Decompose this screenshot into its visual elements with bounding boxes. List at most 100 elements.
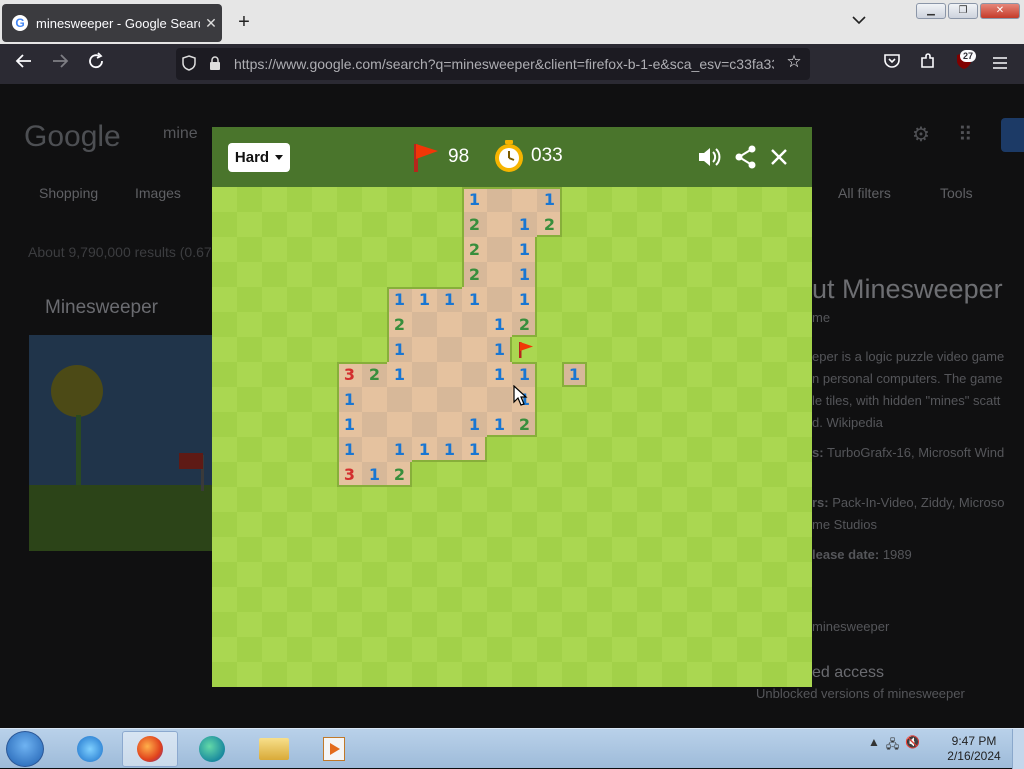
hidden-cell[interactable] [462,662,487,687]
revealed-cell[interactable]: 1 [337,387,362,412]
hidden-cell[interactable] [737,362,762,387]
hidden-cell[interactable] [237,537,262,562]
hidden-cell[interactable] [737,437,762,462]
url-text[interactable]: https://www.google.com/search?q=mineswee… [234,56,774,72]
hidden-cell[interactable] [387,662,412,687]
hidden-cell[interactable] [787,662,812,687]
hidden-cell[interactable] [337,337,362,362]
hidden-cell[interactable] [637,462,662,487]
show-desktop-button[interactable] [1012,729,1024,769]
hidden-cell[interactable] [412,612,437,637]
hidden-cell[interactable] [712,537,737,562]
firefox-taskbar-icon[interactable] [122,731,178,767]
tracking-shield-icon[interactable] [176,54,202,74]
hidden-cell[interactable] [287,437,312,462]
hidden-cell[interactable] [562,312,587,337]
hidden-cell[interactable] [537,262,562,287]
hidden-cell[interactable] [387,612,412,637]
hidden-cell[interactable] [237,387,262,412]
hidden-cell[interactable] [762,612,787,637]
hidden-cell[interactable] [662,337,687,362]
hidden-cell[interactable] [687,187,712,212]
revealed-cell[interactable]: 2 [462,237,487,262]
revealed-cell[interactable]: 3 [337,462,362,487]
hidden-cell[interactable] [562,562,587,587]
hidden-cell[interactable] [462,537,487,562]
hidden-cell[interactable] [762,187,787,212]
revealed-cell[interactable] [362,412,387,437]
hidden-cell[interactable] [262,637,287,662]
hidden-cell[interactable] [262,537,287,562]
hidden-cell[interactable] [437,262,462,287]
hidden-cell[interactable] [362,262,387,287]
hidden-cell[interactable] [562,237,587,262]
hidden-cell[interactable] [612,412,637,437]
hidden-cell[interactable] [612,537,637,562]
hidden-cell[interactable] [537,387,562,412]
revealed-cell[interactable]: 1 [487,412,512,437]
hidden-cell[interactable] [562,537,587,562]
internet-explorer-icon[interactable] [62,731,118,767]
hidden-cell[interactable] [687,512,712,537]
hidden-cell[interactable] [587,262,612,287]
revealed-cell[interactable]: 2 [462,212,487,237]
network-icon[interactable]: 🖧 [886,735,899,756]
hidden-cell[interactable] [412,487,437,512]
hidden-cell[interactable] [662,187,687,212]
hidden-cell[interactable] [312,287,337,312]
hidden-cell[interactable] [687,237,712,262]
revealed-cell[interactable]: 1 [387,437,412,462]
revealed-cell[interactable]: 1 [362,462,387,487]
hidden-cell[interactable] [787,212,812,237]
hidden-cell[interactable] [662,612,687,637]
hidden-cell[interactable] [262,362,287,387]
hidden-cell[interactable] [587,312,612,337]
hidden-cell[interactable] [212,462,237,487]
hidden-cell[interactable] [562,612,587,637]
revealed-cell[interactable]: 1 [387,362,412,387]
hidden-cell[interactable] [687,537,712,562]
hidden-cell[interactable] [237,262,262,287]
revealed-cell[interactable]: 2 [387,462,412,487]
revealed-cell[interactable]: 1 [462,437,487,462]
hidden-cell[interactable] [787,337,812,362]
hidden-cell[interactable] [237,512,262,537]
hidden-cell[interactable] [562,262,587,287]
hidden-cell[interactable] [637,362,662,387]
hidden-cell[interactable] [737,612,762,637]
hidden-cell[interactable] [337,662,362,687]
hidden-cell[interactable] [337,262,362,287]
hidden-cell[interactable] [312,462,337,487]
hidden-cell[interactable] [637,187,662,212]
minefield-board[interactable]: 112122121111112121132111111111211111312 [212,187,812,687]
hidden-cell[interactable] [612,637,637,662]
hidden-cell[interactable] [637,512,662,537]
hidden-cell[interactable] [537,412,562,437]
hidden-cell[interactable] [312,537,337,562]
hidden-cell[interactable] [587,662,612,687]
hidden-cell[interactable] [312,187,337,212]
hidden-cell[interactable] [637,312,662,337]
hidden-cell[interactable] [237,337,262,362]
hidden-cell[interactable] [237,662,262,687]
revealed-cell[interactable]: 1 [562,362,587,387]
hamburger-menu-icon[interactable] [988,52,1012,76]
hidden-cell[interactable] [662,537,687,562]
hidden-cell[interactable] [362,212,387,237]
flagged-cell[interactable] [512,337,537,362]
hidden-cell[interactable] [562,637,587,662]
hidden-cell[interactable] [487,487,512,512]
hidden-cell[interactable] [237,237,262,262]
hidden-cell[interactable] [612,612,637,637]
hidden-cell[interactable] [562,187,587,212]
hidden-cell[interactable] [762,312,787,337]
tab-close-icon[interactable]: ✕ [200,15,222,32]
revealed-cell[interactable]: 3 [337,362,362,387]
revealed-cell[interactable] [462,362,487,387]
lock-icon[interactable] [202,55,228,74]
media-player-icon[interactable] [306,731,362,767]
hidden-cell[interactable] [762,537,787,562]
hidden-cell[interactable] [487,462,512,487]
hidden-cell[interactable] [287,637,312,662]
revealed-cell[interactable] [412,312,437,337]
